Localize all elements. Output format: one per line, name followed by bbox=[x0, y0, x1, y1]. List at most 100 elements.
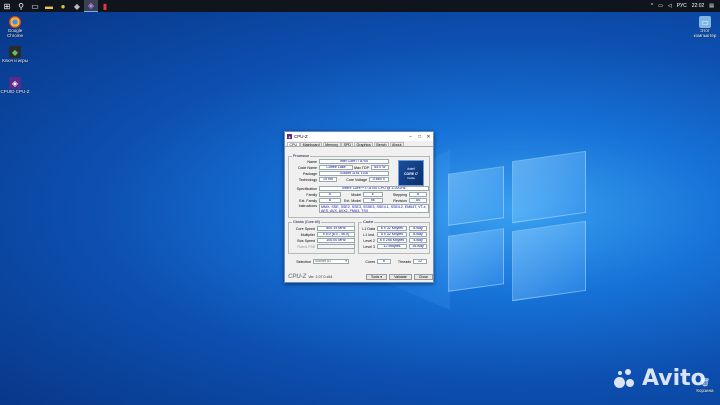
corevoltage-value: 0.664 V bbox=[369, 177, 389, 182]
cores-value: 6 bbox=[377, 259, 391, 264]
extfamily-label: Ext. Family bbox=[299, 198, 317, 203]
tab-graphics[interactable]: Graphics bbox=[353, 142, 374, 147]
tab-mainboard[interactable]: Mainboard bbox=[300, 142, 323, 147]
maxtdp-value: 65.0 W bbox=[371, 165, 389, 170]
file-explorer-icon[interactable]: ▬ bbox=[42, 0, 56, 12]
stepping-label: Stepping bbox=[392, 192, 407, 197]
l3-way: 16-way bbox=[409, 244, 427, 249]
intel-core-i7-logo: intel CORE i7 inside bbox=[398, 160, 424, 186]
package-label: Package bbox=[303, 171, 317, 176]
l1d-value: 6 x 32 KBytes bbox=[377, 226, 407, 231]
cpuz-icon: ◈ bbox=[9, 77, 21, 89]
multiplier-value: x 8.0 (8.0 - 46.0) bbox=[317, 232, 355, 237]
tab-bar: CPU Mainboard Memory SPD Graphics Bench … bbox=[285, 141, 433, 147]
maxtdp-label: Max TDP bbox=[354, 165, 369, 170]
l1d-way: 8-way bbox=[409, 226, 427, 231]
tab-cpu[interactable]: CPU bbox=[287, 142, 300, 147]
selection-label: Selection bbox=[296, 259, 311, 264]
l3-label: Level 3 bbox=[363, 244, 375, 249]
spec-label: Specification bbox=[296, 186, 317, 191]
selection-dropdown[interactable]: Socket #1 ▾ bbox=[313, 259, 349, 264]
desktop-icon-cpuz[interactable]: ◈ CPUID CPU-Z bbox=[0, 77, 30, 95]
close-button[interactable]: Close bbox=[413, 274, 433, 280]
app-icon[interactable]: ◆ bbox=[70, 0, 84, 12]
multiplier-label: Multiplier bbox=[300, 232, 315, 237]
codename-label: Code Name bbox=[297, 165, 317, 170]
system-tray: ^ ▭ ◁ РУС 22:02 ▤ bbox=[651, 0, 720, 12]
window-title: CPU-Z bbox=[294, 134, 308, 139]
bottom-bar: CPU-Z Ver. 2.07.0.x64 Tools ▾ Validate C… bbox=[285, 272, 433, 282]
start-icon[interactable]: ⊞ bbox=[0, 0, 14, 12]
desktop-icon-chrome[interactable]: Google Chrome bbox=[0, 16, 30, 39]
taskbar: ⊞ ⚲ ▭ ▬ ● ◆ ◈ ▮ ^ ▭ ◁ РУС 22:02 ▤ bbox=[0, 0, 720, 12]
cpuz-window: ◈ CPU-Z – □ ✕ CPU Mainboard Memory SPD G… bbox=[284, 131, 434, 283]
cpuz-titlebar[interactable]: ◈ CPU-Z – □ ✕ bbox=[285, 132, 433, 141]
validate-button[interactable]: Validate bbox=[389, 274, 412, 280]
key-icon: ◆ bbox=[9, 46, 21, 58]
network-icon[interactable]: ▭ bbox=[658, 3, 663, 9]
tray-language[interactable]: РУС bbox=[677, 3, 687, 9]
close-icon[interactable]: ✕ bbox=[424, 134, 433, 140]
search-icon[interactable]: ⚲ bbox=[14, 0, 28, 12]
notification-icon[interactable]: ▤ bbox=[709, 3, 714, 9]
model-value: E bbox=[363, 192, 383, 197]
threads-label: Threads bbox=[397, 259, 411, 264]
tray-clock[interactable]: 22:02 bbox=[692, 3, 705, 9]
revision-label: Revision bbox=[393, 198, 407, 203]
cpuz-logo: CPU-Z bbox=[288, 274, 307, 280]
tools-button[interactable]: Tools ▾ bbox=[365, 274, 388, 280]
corespeed-label: Core Speed bbox=[295, 226, 315, 231]
cores-label: Cores bbox=[365, 259, 375, 264]
chrome-icon bbox=[9, 16, 21, 28]
chevron-down-icon: ▾ bbox=[345, 259, 347, 264]
stepping-value: A bbox=[409, 192, 427, 197]
name-label: Name bbox=[307, 159, 317, 164]
chevron-up-icon[interactable]: ^ bbox=[651, 3, 653, 9]
spec-value: Intel® Core™ i7-8700 CPU @ 3.20GHz bbox=[319, 186, 429, 191]
family-value: 6 bbox=[319, 192, 341, 197]
l1i-way: 8-way bbox=[409, 232, 427, 237]
busspeed-label: Bus Speed bbox=[297, 238, 315, 243]
windows-logo-wallpaper bbox=[430, 148, 590, 306]
extmodel-value: 9E bbox=[363, 198, 383, 203]
corespeed-value: 800.19 MHz bbox=[317, 226, 355, 231]
family-label: Family bbox=[306, 192, 317, 197]
extfamily-value: 6 bbox=[319, 198, 341, 203]
task-view-icon[interactable]: ▭ bbox=[28, 0, 42, 12]
computer-icon: ▭ bbox=[699, 16, 711, 28]
minimize-icon[interactable]: – bbox=[406, 134, 415, 140]
cpuz-app-icon: ◈ bbox=[287, 134, 292, 139]
tab-memory[interactable]: Memory bbox=[322, 142, 341, 147]
instructions-value: MMX, SSE, SSE2, SSE3, SSSE3, SSE4.1, SSE… bbox=[319, 204, 429, 213]
l2-way: 4-way bbox=[409, 238, 427, 243]
corevoltage-label: Core Voltage bbox=[346, 177, 367, 182]
ratedfsb-value bbox=[317, 244, 355, 249]
name-value: Intel Core i7 8700 bbox=[319, 159, 389, 164]
desktop-icon-games[interactable]: ◆ Ключ и игры bbox=[0, 46, 30, 64]
threads-value: 12 bbox=[413, 259, 427, 264]
tab-spd[interactable]: SPD bbox=[341, 142, 354, 147]
avito-watermark: Avito bbox=[614, 366, 706, 391]
desktop-icon-this-pc[interactable]: ▭ Этот компьютер bbox=[690, 16, 720, 39]
app2-icon[interactable]: ▮ bbox=[98, 0, 112, 12]
technology-label: Technology bbox=[298, 177, 317, 182]
l1d-label: L1 Data bbox=[362, 226, 375, 231]
package-value: Socket 1151 LGA bbox=[319, 171, 389, 176]
tab-bench[interactable]: Bench bbox=[373, 142, 390, 147]
chrome-icon[interactable]: ● bbox=[56, 0, 70, 12]
l1i-value: 6 x 32 KBytes bbox=[377, 232, 407, 237]
busspeed-value: 100.00 MHz bbox=[317, 238, 355, 243]
l1i-label: L1 Inst. bbox=[363, 232, 375, 237]
maximize-icon[interactable]: □ bbox=[415, 134, 424, 140]
l2-value: 6 x 256 KBytes bbox=[377, 238, 407, 243]
tab-about[interactable]: About bbox=[389, 142, 404, 147]
codename-value: Coffee Lake bbox=[319, 165, 353, 170]
avito-logo-icon bbox=[614, 367, 638, 391]
revision-value: U0 bbox=[409, 198, 427, 203]
version-label: Ver. 2.07.0.x64 bbox=[308, 275, 333, 279]
volume-icon[interactable]: ◁ bbox=[668, 3, 672, 9]
cpuz-taskbar-icon[interactable]: ◈ bbox=[84, 0, 98, 12]
technology-value: 14 nm bbox=[319, 177, 337, 182]
model-label: Model bbox=[351, 192, 361, 197]
l2-label: Level 2 bbox=[363, 238, 375, 243]
